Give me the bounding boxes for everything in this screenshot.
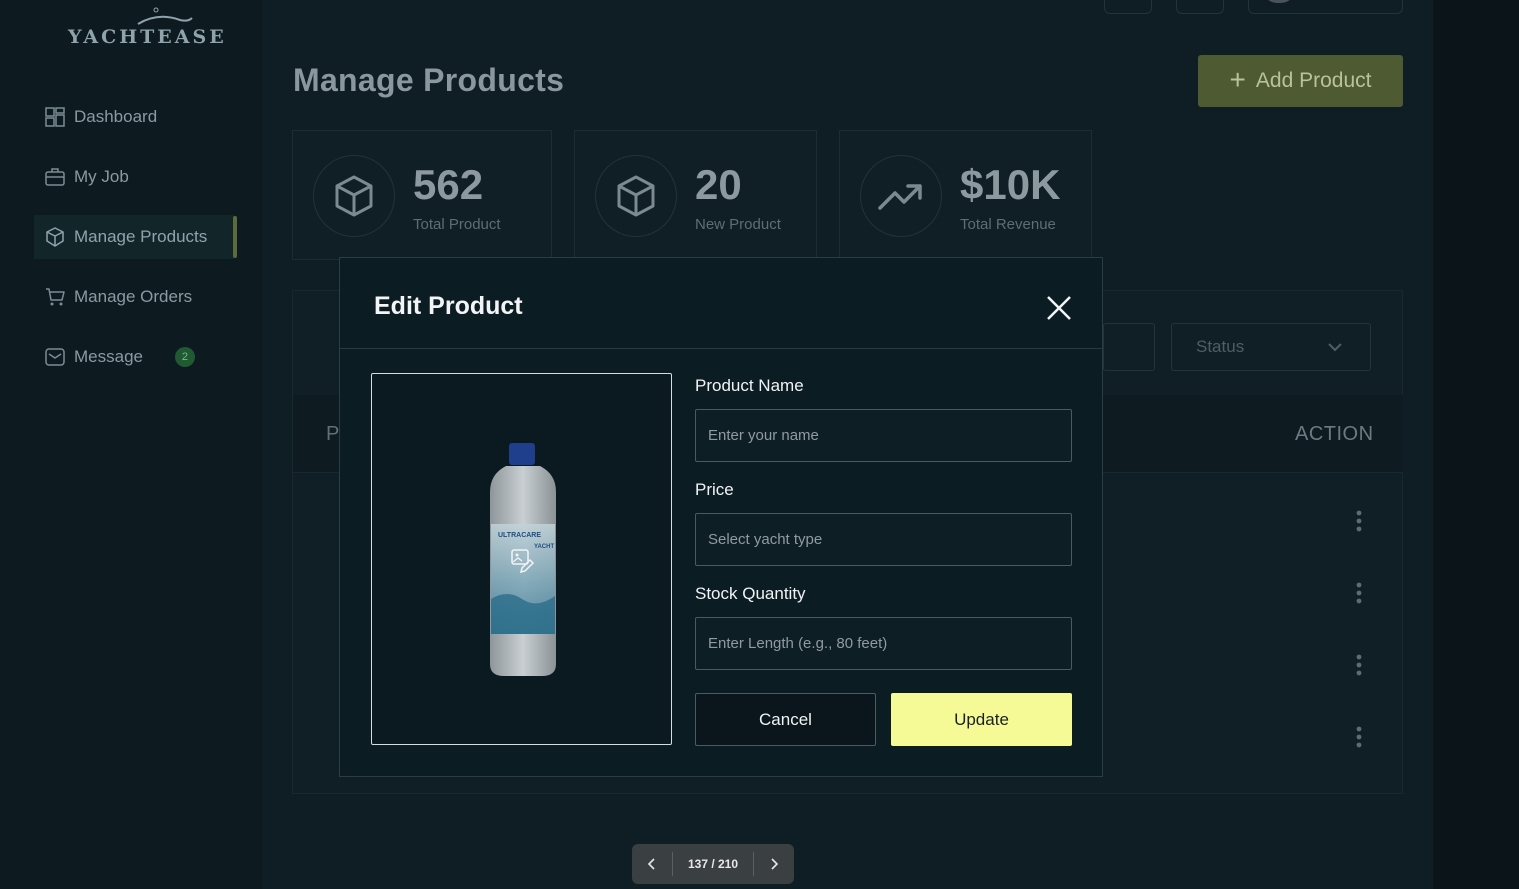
close-icon[interactable]: [1045, 294, 1073, 322]
sidebar-item-dashboard[interactable]: Dashboard: [34, 95, 234, 139]
briefcase-icon: [44, 166, 66, 188]
sidebar-item-label: My Job: [74, 167, 129, 186]
edit-product-modal: Edit Product ULTRACARE YACHT Product Nam…: [339, 257, 1103, 777]
stat-label: Total Revenue: [960, 216, 1056, 233]
page-counter: 137 / 210: [687, 857, 739, 871]
previous-button[interactable]: [632, 844, 672, 884]
add-product-button[interactable]: + Add Product: [1198, 55, 1403, 107]
stock-quantity-input[interactable]: [695, 617, 1072, 670]
stat-card-total-product: 562 Total Product: [292, 130, 552, 260]
more-options-icon[interactable]: [1352, 509, 1366, 533]
more-options-icon[interactable]: [1352, 653, 1366, 677]
product-name-input[interactable]: [695, 409, 1072, 462]
cart-icon: [44, 286, 66, 308]
sidebar-item-manage-products[interactable]: Manage Products: [34, 215, 234, 259]
chevron-right-icon: [771, 858, 779, 870]
sidebar-item-label: Manage Products: [74, 227, 208, 246]
stat-value: $10K: [960, 161, 1061, 208]
image-pager: 137 / 210: [632, 844, 794, 884]
next-button[interactable]: [754, 844, 794, 884]
product-name-label: Product Name: [695, 376, 804, 395]
chevron-down-icon: [1328, 343, 1342, 352]
stat-card-new-product: 20 New Product: [574, 130, 817, 260]
modal-header: Edit Product: [340, 258, 1102, 349]
wave-icon: [137, 7, 193, 25]
product-image-upload[interactable]: ULTRACARE YACHT: [371, 373, 672, 745]
status-select[interactable]: Status: [1171, 323, 1371, 371]
modal-title: Edit Product: [374, 292, 523, 320]
message-count-badge: 2: [174, 347, 195, 367]
avatar: [1263, 0, 1295, 3]
stat-value: 562: [413, 161, 484, 208]
stat-label: New Product: [695, 216, 781, 233]
cancel-button[interactable]: Cancel: [695, 693, 876, 746]
box-icon: [313, 155, 395, 237]
sidebar-item-label: Message: [74, 347, 143, 366]
search-input[interactable]: [1103, 323, 1155, 371]
more-options-icon[interactable]: [1352, 581, 1366, 605]
product-bottle-image: ULTRACARE YACHT: [490, 443, 556, 676]
settings-button[interactable]: [1176, 0, 1224, 14]
bottle-sub-text: YACHT: [534, 544, 554, 550]
more-options-icon[interactable]: [1352, 725, 1366, 749]
price-label: Price: [695, 480, 734, 499]
sidebar-item-my-job[interactable]: My Job: [34, 155, 234, 199]
plus-icon: +: [1229, 63, 1246, 95]
stock-quantity-label: Stock Quantity: [695, 584, 806, 603]
profile-button[interactable]: [1248, 0, 1403, 14]
box-icon: [44, 226, 66, 248]
sidebar-item-label: Dashboard: [74, 107, 158, 126]
column-header-action: ACTION: [1295, 423, 1374, 445]
price-input[interactable]: [695, 513, 1072, 566]
mail-icon: [44, 346, 66, 368]
brand-logo[interactable]: YACHTEASE: [68, 6, 224, 56]
active-indicator: [233, 216, 237, 258]
chevron-left-icon: [647, 858, 655, 870]
sidebar: YACHTEASE Dashboard My Job Manage Produc…: [0, 0, 262, 889]
update-button[interactable]: Update: [891, 693, 1072, 746]
trending-up-icon: [860, 155, 942, 237]
stat-label: Total Product: [413, 216, 501, 233]
column-header-product: P: [326, 423, 340, 445]
stat-value: 20: [695, 161, 742, 208]
sidebar-item-message[interactable]: Message 2: [34, 335, 234, 379]
box-icon: [595, 155, 677, 237]
page-title: Manage Products: [293, 62, 565, 98]
brand-name: YACHTEASE: [68, 26, 227, 48]
status-placeholder: Status: [1196, 337, 1245, 356]
sidebar-item-label: Manage Orders: [74, 287, 193, 306]
bottle-brand-text: ULTRACARE: [498, 532, 541, 539]
sidebar-item-manage-orders[interactable]: Manage Orders: [34, 275, 234, 319]
stat-card-total-revenue: $10K Total Revenue: [839, 130, 1092, 260]
notification-button[interactable]: [1104, 0, 1152, 14]
dashboard-grid-icon: [44, 106, 66, 128]
right-edge: [1433, 0, 1519, 889]
add-product-label: Add Product: [1255, 69, 1372, 92]
